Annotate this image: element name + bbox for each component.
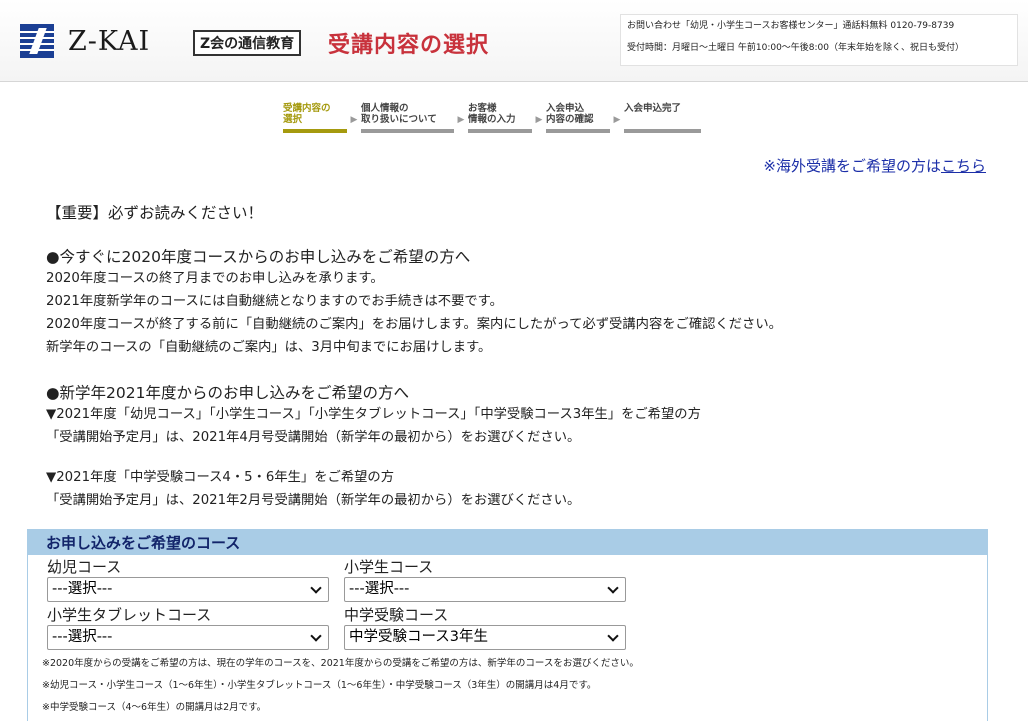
step-course-selection: 受講内容の 選択	[283, 103, 347, 133]
step-label-line2: 情報の入力	[468, 114, 516, 125]
step-label-line2: 選択	[283, 114, 303, 125]
step-complete: 入会申込完了	[624, 103, 701, 133]
step-arrow-icon: ▶	[535, 115, 543, 125]
tablet-course-select[interactable]: ---選択---	[47, 625, 329, 650]
service-badge: Z会の通信教育	[193, 30, 302, 56]
overseas-text: ※海外受講をご希望の方は	[763, 157, 941, 175]
field-elementary-course: 小学生コース ---選択---	[344, 557, 626, 602]
chevron-down-icon	[607, 630, 619, 642]
chevron-down-icon	[310, 582, 322, 594]
section1-line: 2020年度コースが終了する前に「自動継続のご案内」をお届けします。案内にしたが…	[46, 317, 782, 332]
step-arrow-icon: ▶	[350, 115, 358, 125]
contact-hours: 受付時間：月曜日～土曜日 午前10:00～午後8:00（年末年始を除く、祝日も受…	[627, 43, 965, 53]
field-label: 幼児コース	[47, 558, 122, 576]
chevron-down-icon	[607, 582, 619, 594]
section2-line: 「受講開始予定月」は、2021年2月号受講開始（新学年の最初から）をお選びくださ…	[46, 493, 581, 508]
course-note: ※中学受験コース（4～6年生）の開講月は2月です。	[42, 702, 267, 713]
field-label: 小学生タブレットコース	[47, 606, 212, 624]
section1-line: 2021年度新学年のコースには自動継続となりますのでお手続きは不要です。	[46, 294, 503, 309]
exam-course-select[interactable]: 中学受験コース3年生	[344, 625, 626, 650]
step-label-line1: 受講内容の	[283, 103, 331, 114]
select-value: ---選択---	[52, 629, 113, 645]
select-value: ---選択---	[349, 581, 410, 597]
step-indicator	[624, 129, 701, 133]
contact-info: お問い合わせ「幼児・小学生コースお客様センター」通話料無料 0120-79-87…	[620, 14, 1018, 66]
step-arrow-icon: ▶	[613, 115, 621, 125]
page-title: 受講内容の選択	[328, 33, 490, 58]
section2-line: ▼2021年度「中学受験コース4・5・6年生」をご希望の方	[46, 470, 395, 485]
section1-line: 新学年のコースの「自動継続のご案内」は、3月中旬までにお届けします。	[46, 340, 492, 355]
section2-heading: ●新学年2021年度からのお申し込みをご希望の方へ	[46, 384, 409, 402]
course-selection-form: お申し込みをご希望のコース 幼児コース ---選択--- 小学生コース ---選…	[27, 529, 988, 721]
field-infant-course: 幼児コース ---選択---	[47, 557, 329, 602]
step-confirm: 入会申込 内容の確認	[546, 103, 610, 133]
field-exam-course: 中学受験コース 中学受験コース3年生	[344, 605, 626, 650]
step-indicator	[468, 129, 532, 133]
course-form-heading: お申し込みをご希望のコース	[28, 530, 987, 555]
section1-heading: ●今すぐに2020年度コースからのお申し込みをご希望の方へ	[46, 248, 471, 266]
site-header: Z-KAI Z会の通信教育 受講内容の選択 お問い合わせ「幼児・小学生コースお客…	[0, 0, 1028, 82]
field-label: 中学受験コース	[344, 606, 449, 624]
section2-line: 「受講開始予定月」は、2021年4月号受講開始（新学年の最初から）をお選びくださ…	[46, 430, 581, 445]
select-value: ---選択---	[52, 581, 113, 597]
important-heading: 【重要】必ずお読みください！	[46, 204, 264, 222]
step-label-line1: 入会申込	[546, 103, 585, 114]
step-indicator	[546, 129, 610, 133]
step-label-line1: 個人情報の	[361, 103, 409, 114]
zkai-logo-icon	[20, 24, 54, 58]
field-label: 小学生コース	[344, 558, 434, 576]
step-customer-info: お客様 情報の入力	[468, 103, 532, 133]
step-label-line2: 取り扱いについて	[361, 114, 437, 125]
step-arrow-icon: ▶	[457, 115, 465, 125]
step-label-line1: お客様	[468, 103, 497, 114]
progress-steps: 受講内容の 選択 ▶ 個人情報の 取り扱いについて ▶ お客様 情報の入力 ▶ …	[283, 103, 701, 133]
zkai-logo[interactable]: Z-KAI	[20, 24, 150, 58]
logo-text: Z-KAI	[68, 25, 151, 57]
course-note: ※幼児コース・小学生コース（1～6年生）・小学生タブレットコース（1～6年生）・…	[42, 680, 597, 691]
section2-line: ▼2021年度「幼児コース」「小学生コース」「小学生タブレットコース」「中学受験…	[46, 407, 701, 422]
step-label-line2: 内容の確認	[546, 114, 594, 125]
step-indicator	[361, 129, 454, 133]
field-tablet-course: 小学生タブレットコース ---選択---	[47, 605, 329, 650]
step-privacy: 個人情報の 取り扱いについて	[361, 103, 454, 133]
overseas-link[interactable]: こちら	[941, 157, 986, 175]
chevron-down-icon	[310, 630, 322, 642]
overseas-notice: ※海外受講をご希望の方はこちら	[763, 155, 986, 176]
step-label-line1: 入会申込完了	[624, 103, 682, 114]
elementary-course-select[interactable]: ---選択---	[344, 577, 626, 602]
select-value: 中学受験コース3年生	[349, 629, 488, 645]
course-note: ※2020年度からの受講をご希望の方は、現在の学年のコースを、2021年度からの…	[42, 658, 639, 669]
section1-line: 2020年度コースの終了月までのお申し込みを承ります。	[46, 271, 384, 286]
step-indicator	[283, 129, 347, 133]
infant-course-select[interactable]: ---選択---	[47, 577, 329, 602]
notice-content: 【重要】必ずお読みください！ ●今すぐに2020年度コースからのお申し込みをご希…	[46, 201, 986, 512]
contact-phone: お問い合わせ「幼児・小学生コースお客様センター」通話料無料 0120-79-87…	[627, 21, 955, 31]
